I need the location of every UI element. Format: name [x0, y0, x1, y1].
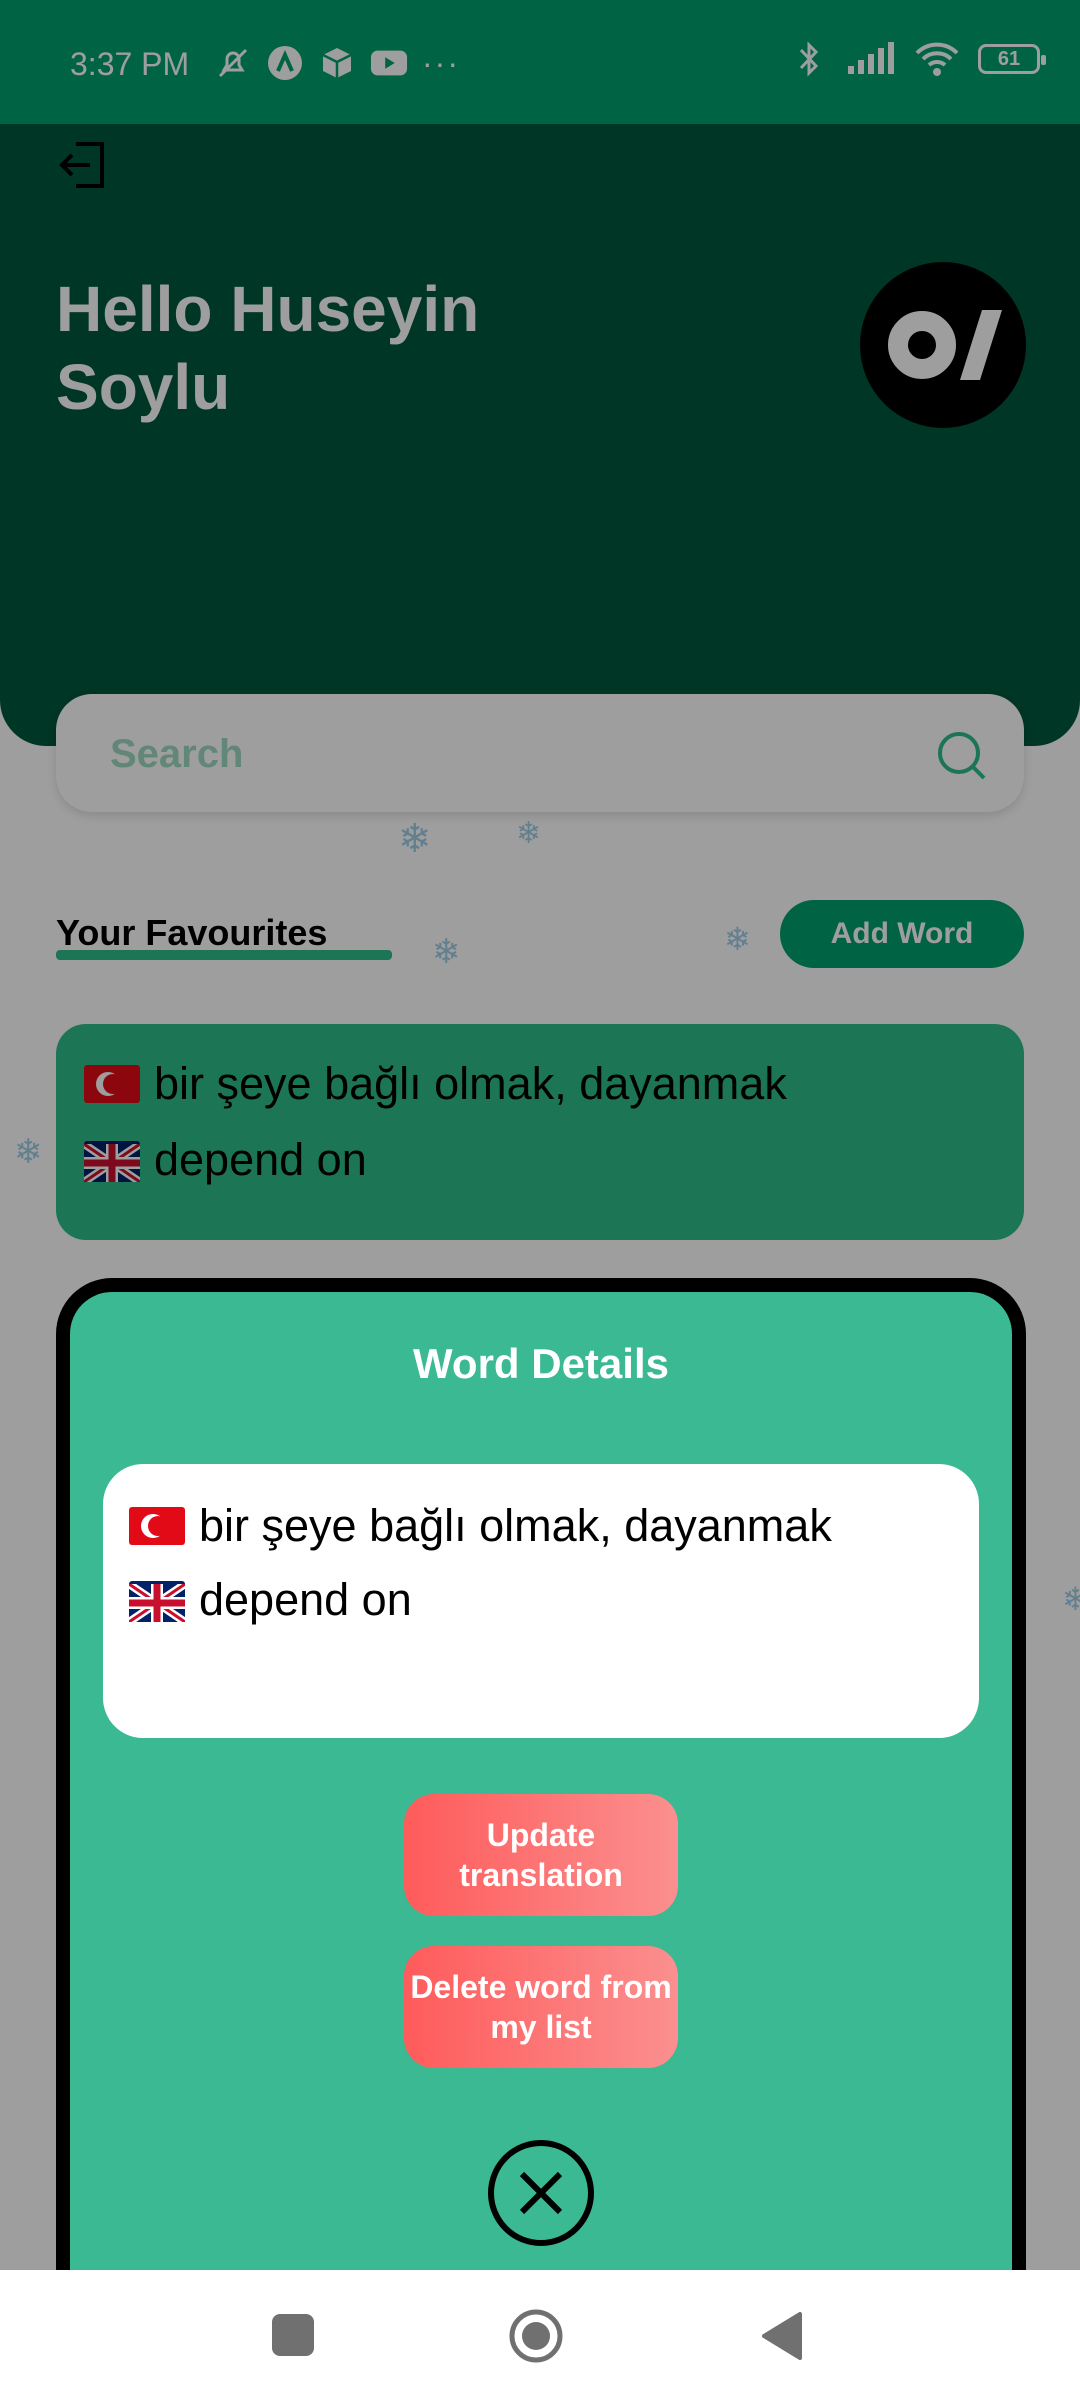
- home-icon[interactable]: [508, 2308, 564, 2364]
- delete-word-button[interactable]: Delete word from my list: [404, 1946, 678, 2068]
- detail-english-text: depend on: [199, 1574, 412, 1625]
- word-detail-box: bir şeye bağlı olmak, dayanmak depend on: [103, 1464, 979, 1738]
- turkey-flag-icon: [129, 1507, 185, 1545]
- modal-title: Word Details: [413, 1340, 669, 1387]
- close-circle-icon[interactable]: [486, 2138, 596, 2248]
- recents-icon[interactable]: [272, 2314, 314, 2356]
- update-translation-button[interactable]: Update translation: [404, 1794, 678, 1916]
- detail-turkish-line: bir şeye bağlı olmak, dayanmak: [129, 1500, 832, 1552]
- detail-turkish-text: bir şeye bağlı olmak, dayanmak: [199, 1500, 832, 1551]
- back-icon[interactable]: [758, 2310, 806, 2362]
- uk-flag-icon: [126, 1580, 188, 1626]
- word-details-modal: Word Details bir şeye bağlı olmak, dayan…: [56, 1278, 1026, 2338]
- detail-english-line: depend on: [126, 1574, 412, 1626]
